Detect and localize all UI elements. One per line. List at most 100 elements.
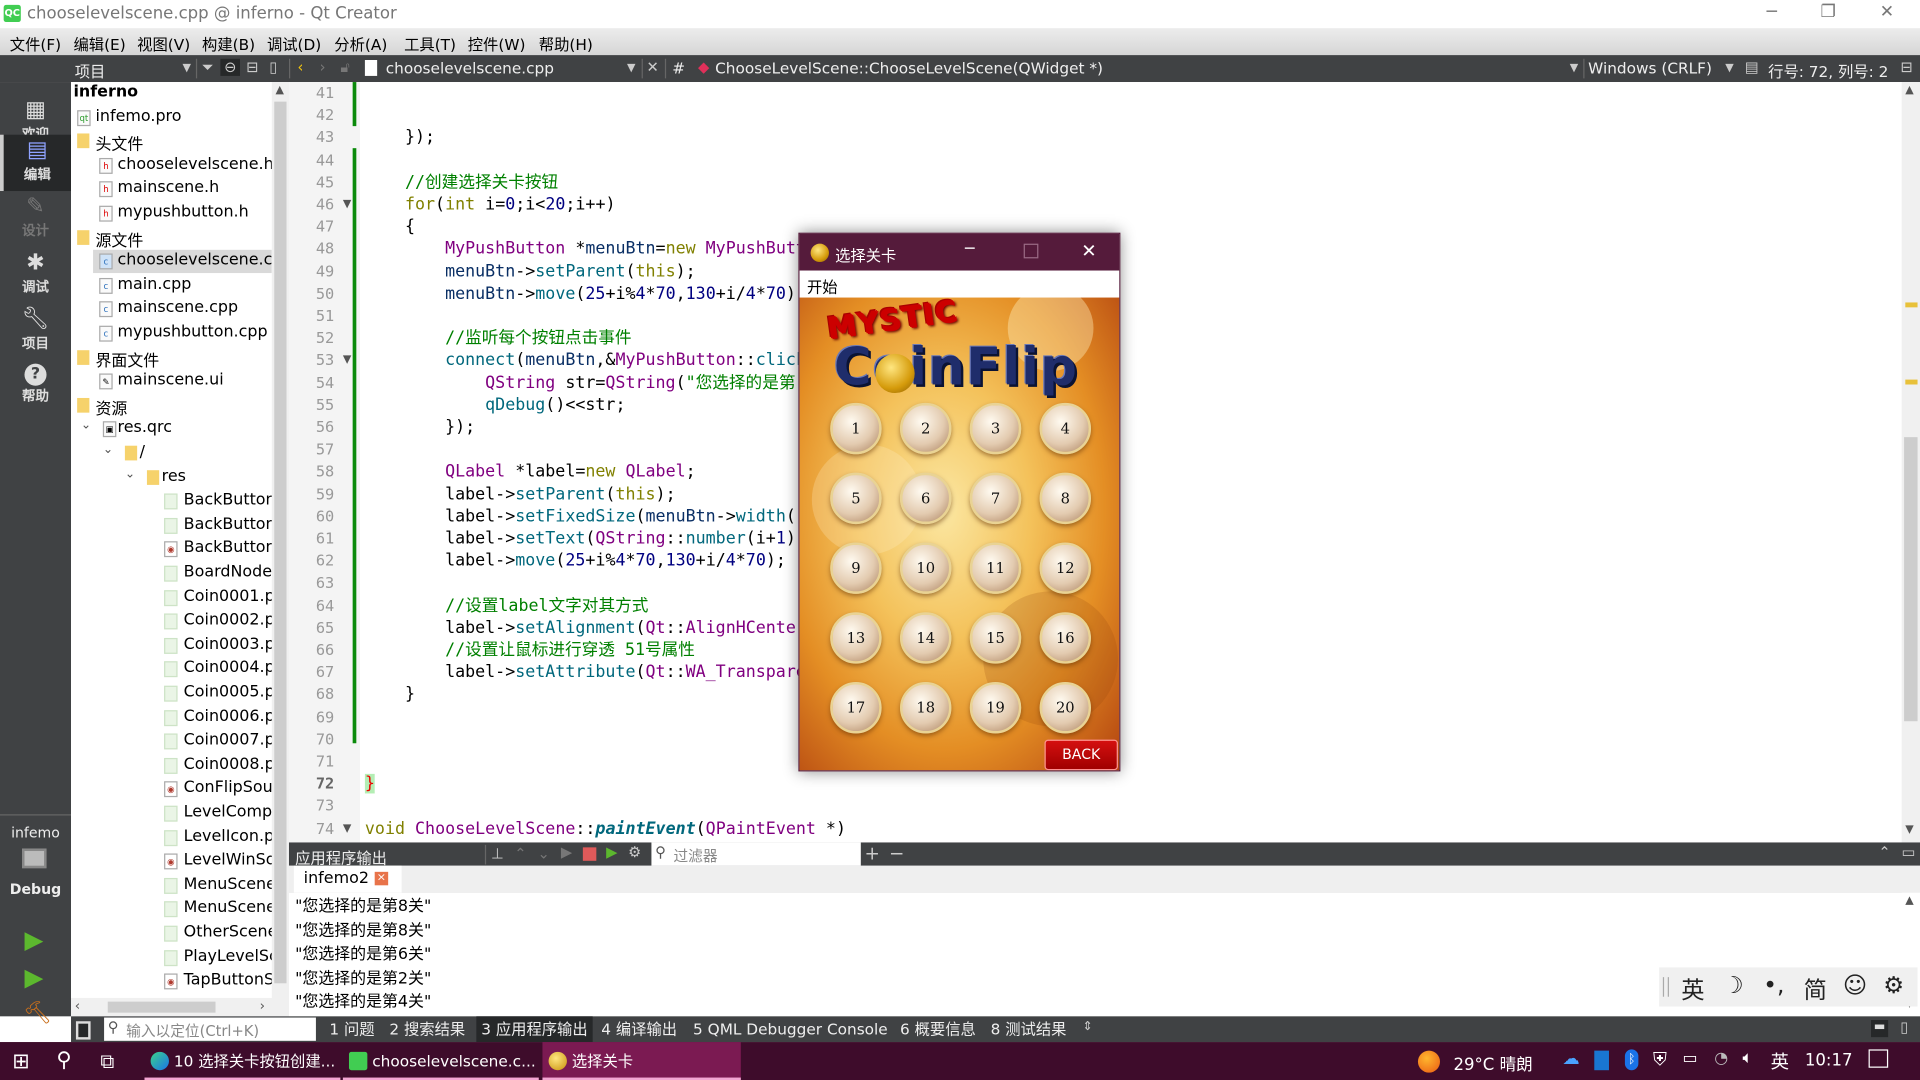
taskbar-item[interactable]: chooselevelscene.c... [342, 1042, 539, 1080]
level-button[interactable]: 3 [969, 402, 1022, 455]
battery-icon[interactable]: ▭ [1682, 1049, 1697, 1067]
code-line[interactable]: for(int i=0;i<20;i++) [365, 193, 616, 215]
panel-selector[interactable]: 项目 [75, 59, 106, 82]
ime-button[interactable]: ☺ [1843, 972, 1867, 999]
menu-item[interactable]: 帮助(H) [539, 32, 593, 55]
security-shield-icon[interactable]: ⛨ [1653, 1048, 1667, 1070]
tree-item[interactable]: c mainscene.cpp [71, 298, 272, 321]
windows-start-icon[interactable]: ⊞ [12, 1049, 29, 1073]
level-button[interactable]: 10 [900, 542, 952, 594]
tree-item[interactable]: BackButton. [71, 490, 272, 513]
tray-app-icon[interactable] [1594, 1050, 1609, 1071]
dialog-close-button[interactable]: ✕ [1081, 240, 1096, 262]
tree-vertical-scrollbar[interactable]: ▲ [271, 82, 289, 998]
tree-item[interactable]: 界面文件 [71, 346, 272, 371]
tree-item[interactable]: qt infemo.pro [71, 106, 272, 129]
remove-icon[interactable]: − [889, 842, 904, 864]
level-button[interactable]: 9 [830, 542, 882, 594]
tree-item[interactable]: Coin0001.pr [71, 586, 272, 609]
tree-item[interactable]: ◉ ConFlipSour [71, 778, 272, 801]
output-pane-tab[interactable]: 1 问题 [324, 1016, 379, 1042]
restore-button[interactable]: ❐ [1810, 2, 1847, 26]
symbol-dropdown-icon[interactable]: ▼ [1570, 62, 1578, 74]
menu-item[interactable]: 工具(T) [404, 32, 456, 55]
fold-arrow-icon[interactable]: ▼ [343, 354, 351, 366]
toggle-sidebar-icon[interactable] [75, 1021, 91, 1040]
close-tab-icon[interactable]: × [374, 871, 389, 886]
tree-item[interactable]: c mypushbutton.cpp [71, 322, 272, 345]
menu-item[interactable]: 分析(A) [334, 32, 387, 55]
output-tab[interactable]: infemo2 × [293, 865, 402, 893]
output-pane-tab[interactable]: 2 搜索结果 [384, 1016, 470, 1042]
level-button[interactable]: 16 [1039, 612, 1092, 664]
taskbar-item[interactable]: 10 选择关卡按钮创建... [144, 1042, 341, 1080]
code-line[interactable]: MyPushButton *menuBtn=new MyPushButt [365, 238, 806, 260]
search-icon[interactable]: ⚲ [56, 1048, 71, 1072]
tree-item[interactable]: Coin0003.pr [71, 634, 272, 657]
attach-debugger-icon[interactable]: ▶ [606, 844, 617, 861]
more-tabs-icon[interactable]: ⇕ [1082, 1020, 1092, 1033]
code-line[interactable]: label->setAlignment(Qt::AlignHCente [365, 617, 796, 639]
cursor-position[interactable]: 行号: 72, 列号: 2 [1768, 59, 1888, 82]
tree-item[interactable]: LevelCompl [71, 802, 272, 825]
code-line[interactable]: menuBtn->setParent(this); [365, 260, 696, 282]
menu-start[interactable]: 开始 [807, 274, 838, 297]
task-view-icon[interactable]: ⧉ [100, 1049, 114, 1073]
fold-arrow-icon[interactable]: ▼ [343, 822, 351, 834]
dialog-maximize-button[interactable] [1023, 243, 1039, 259]
tree-item[interactable]: h chooselevelscene.h [71, 154, 272, 177]
tree-item[interactable]: Coin0006.pr [71, 706, 272, 729]
toggle-right-sidebar-icon[interactable]: ▯ [1900, 1019, 1908, 1036]
ime-button[interactable]: ⚙ [1883, 972, 1904, 999]
weather-sun-icon[interactable] [1417, 1050, 1441, 1073]
level-button[interactable]: 4 [1039, 402, 1092, 455]
onedrive-sync-icon[interactable]: ☁ [1562, 1049, 1579, 1069]
ime-button[interactable]: ☽ [1723, 972, 1744, 999]
output-filter-input[interactable]: ⚲ 过滤器 [651, 842, 861, 866]
run-icon[interactable]: ▶ [24, 924, 43, 953]
filter-icon[interactable]: ⏷ [202, 59, 214, 77]
stop-icon[interactable] [582, 847, 597, 861]
tree-item[interactable]: MenuScene [71, 898, 272, 921]
tree-item[interactable]: c main.cpp [71, 274, 272, 297]
close-panel-icon[interactable]: ▯ [269, 59, 277, 76]
file-dropdown-icon[interactable]: ▼ [627, 62, 635, 74]
scroll-thumb[interactable] [1904, 437, 1918, 722]
tree-item[interactable]: BackButtonS [71, 514, 272, 537]
level-button[interactable]: 17 [830, 682, 882, 734]
mode-3[interactable]: ✱ 调试 [0, 247, 71, 303]
code-line[interactable]: label->setParent(this); [365, 483, 676, 505]
fold-arrow-icon[interactable]: ▼ [343, 198, 351, 210]
expand-arrow-icon[interactable]: ⌄ [81, 419, 91, 432]
close-file-icon[interactable]: ✕ [647, 59, 659, 76]
ime-button[interactable]: 简 [1804, 972, 1827, 1005]
level-button[interactable]: 20 [1039, 682, 1092, 734]
code-line[interactable]: }); [365, 416, 475, 438]
level-button[interactable]: 1 [830, 402, 882, 455]
maximize-pane-icon[interactable]: ▭ [1902, 844, 1916, 861]
output-pane-tab[interactable]: 5 QML Debugger Console [688, 1016, 892, 1042]
code-line[interactable]: //设置label文字对其方式 [365, 595, 648, 617]
menu-item[interactable]: 调试(D) [267, 32, 321, 55]
open-file-selector[interactable]: chooselevelscene.cpp [386, 59, 554, 77]
mode-1[interactable]: ▤ 编辑 [0, 134, 72, 192]
notification-icon[interactable] [1868, 1049, 1889, 1068]
tree-item[interactable]: ◉ BackButtonS [71, 538, 272, 561]
close-button[interactable]: ✕ [1869, 2, 1906, 26]
tree-item[interactable]: 源文件 [71, 226, 272, 251]
code-line[interactable]: }); [365, 127, 435, 149]
tree-item[interactable]: 资源 [71, 394, 272, 419]
level-button[interactable]: 15 [969, 612, 1022, 664]
weather-text[interactable]: 29°C 晴朗 [1453, 1051, 1532, 1076]
output-pane-tab[interactable]: 6 概要信息 [895, 1016, 981, 1042]
code-line[interactable]: QLabel *label=new QLabel; [365, 461, 696, 483]
nav-forward-icon[interactable]: › [320, 59, 326, 76]
tree-item[interactable]: Coin0005.pr [71, 682, 272, 705]
code-line[interactable]: qDebug()<<str; [365, 394, 625, 416]
wifi-icon[interactable]: ◔ [1714, 1049, 1728, 1067]
tree-item[interactable]: ⌄ res [71, 466, 272, 489]
menu-item[interactable]: 文件(F) [10, 32, 61, 55]
clean-output-icon[interactable]: ⊥ [491, 845, 504, 862]
tree-item[interactable]: Coin0008.pr [71, 754, 272, 777]
next-icon[interactable]: ⌄ [538, 845, 550, 862]
